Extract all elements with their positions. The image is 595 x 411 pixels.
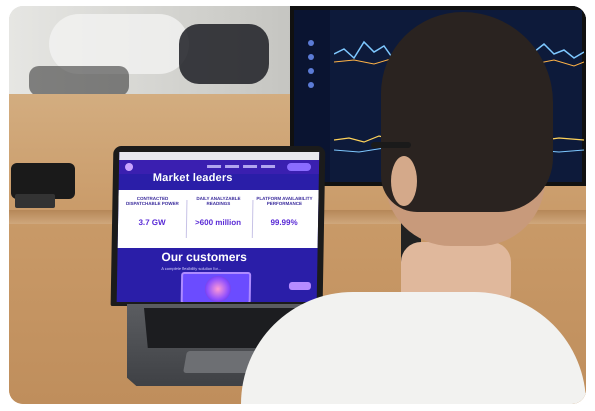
nav-cta-button bbox=[286, 163, 312, 171]
stat-contracted-power: CONTRACTED DISPATCHABLE POWER 3.7 GW bbox=[120, 196, 185, 227]
customers-image bbox=[180, 272, 252, 302]
stat-value: >600 million bbox=[194, 218, 242, 227]
person-shirt bbox=[241, 292, 586, 404]
background-object bbox=[179, 24, 269, 84]
stat-daily-readings: DAILY ANALYZABLE READINGS >600 million bbox=[186, 196, 251, 227]
menu-dot-icon bbox=[308, 82, 314, 88]
stats-panel: CONTRACTED DISPATCHABLE POWER 3.7 GW DAI… bbox=[117, 190, 319, 248]
person-ear bbox=[391, 156, 417, 206]
graphic-circle bbox=[204, 276, 232, 302]
glasses bbox=[371, 142, 411, 148]
customers-button bbox=[288, 282, 312, 290]
hero-title: Market leaders bbox=[152, 172, 233, 184]
menu-dot-icon bbox=[308, 54, 314, 60]
logo-icon bbox=[124, 163, 134, 171]
website-view: Market leaders CONTRACTED DISPATCHABLE P… bbox=[116, 152, 320, 302]
browser-bar bbox=[119, 152, 320, 160]
menu-dot-icon bbox=[308, 68, 314, 74]
stat-availability: PLATFORM AVAILABILITY PERFORMANCE 99.99% bbox=[252, 196, 317, 227]
nav-item bbox=[207, 165, 222, 168]
customers-subtitle: A complete flexibility solution for... bbox=[161, 266, 222, 271]
customers-title: Our customers bbox=[161, 250, 247, 264]
nav-item bbox=[261, 165, 276, 168]
stat-label: DAILY ANALYZABLE READINGS bbox=[196, 196, 241, 206]
nav-item bbox=[225, 165, 240, 168]
stat-value: 99.99% bbox=[270, 218, 298, 227]
laptop-screen: Market leaders CONTRACTED DISPATCHABLE P… bbox=[110, 146, 326, 306]
photo-scene: Market leaders CONTRACTED DISPATCHABLE P… bbox=[9, 6, 586, 404]
nav-item bbox=[243, 165, 258, 168]
stat-label: CONTRACTED DISPATCHABLE POWER bbox=[125, 196, 179, 206]
background-object bbox=[49, 14, 189, 74]
speaker-base bbox=[15, 194, 55, 208]
menu-dot-icon bbox=[308, 40, 314, 46]
background-object bbox=[29, 66, 129, 96]
stat-value: 3.7 GW bbox=[138, 218, 166, 227]
stat-label: PLATFORM AVAILABILITY PERFORMANCE bbox=[256, 196, 313, 206]
